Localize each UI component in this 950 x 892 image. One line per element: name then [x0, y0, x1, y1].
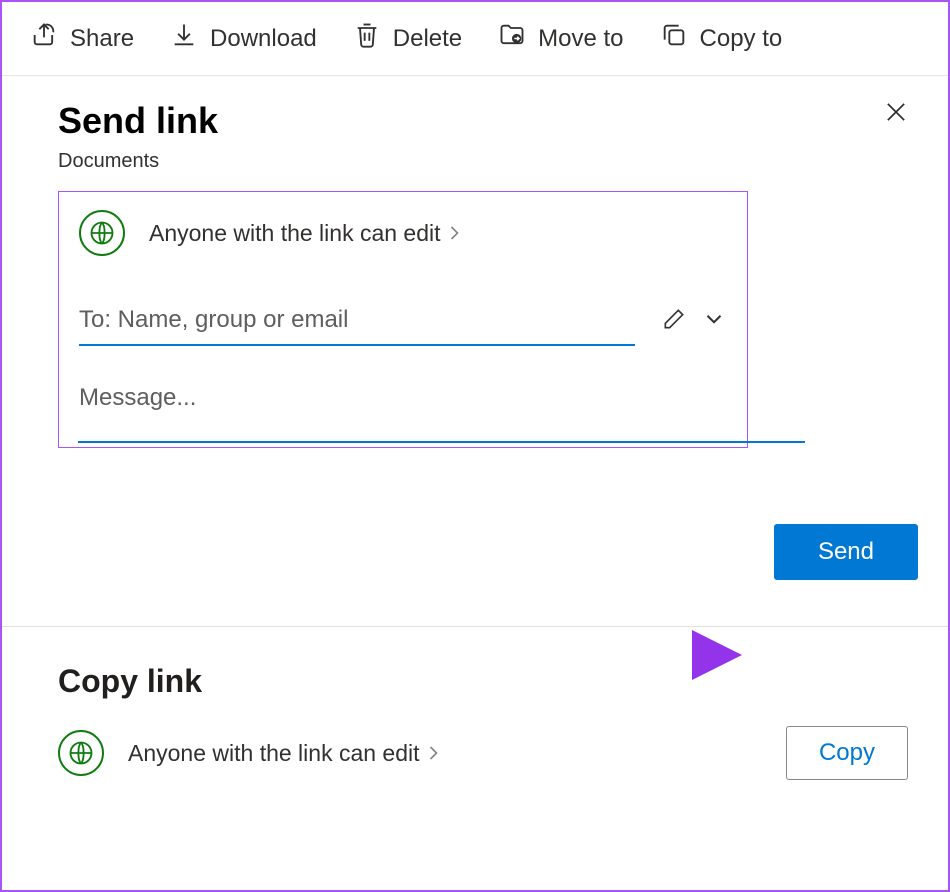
message-input[interactable] — [79, 374, 727, 422]
permission-selector[interactable]: Anyone with the link can edit — [79, 210, 727, 256]
permission-label: Anyone with the link can edit — [149, 220, 441, 247]
toolbar: Share Download Delete Move to Copy to — [2, 2, 948, 76]
permission-text-row: Anyone with the link can edit — [149, 220, 460, 247]
input-underline — [78, 441, 805, 443]
move-to-button[interactable]: Move to — [498, 21, 623, 56]
globe-icon — [58, 730, 104, 776]
share-icon — [30, 21, 58, 56]
trash-icon — [353, 21, 381, 56]
download-label: Download — [210, 25, 317, 53]
copy-permission-selector[interactable]: Anyone with the link can edit — [58, 730, 439, 776]
copy-to-label: Copy to — [700, 25, 783, 53]
globe-icon — [79, 210, 125, 256]
close-button[interactable] — [882, 98, 910, 131]
download-button[interactable]: Download — [170, 21, 317, 56]
dialog-title: Send link — [58, 100, 908, 142]
recipient-input[interactable] — [79, 296, 635, 346]
share-label: Share — [70, 25, 134, 53]
copy-to-icon — [660, 21, 688, 56]
chevron-right-icon — [428, 740, 439, 767]
copy-link-section: Copy link Anyone with the link can edit … — [58, 627, 908, 780]
chevron-down-icon[interactable] — [701, 306, 727, 337]
share-button[interactable]: Share — [30, 21, 134, 56]
send-link-dialog: Send link Documents Anyone with the link… — [2, 76, 948, 780]
chevron-right-icon — [449, 220, 460, 247]
download-icon — [170, 21, 198, 56]
copy-link-title: Copy link — [58, 663, 908, 700]
dialog-subtitle: Documents — [58, 150, 908, 173]
form-highlight-box: Anyone with the link can edit — [58, 191, 748, 448]
copy-permission-label: Anyone with the link can edit — [128, 740, 420, 767]
recipient-row — [79, 296, 727, 346]
delete-label: Delete — [393, 25, 462, 53]
copy-button[interactable]: Copy — [786, 726, 908, 780]
send-button[interactable]: Send — [774, 524, 918, 580]
copy-permission-text-row: Anyone with the link can edit — [128, 740, 439, 767]
move-to-label: Move to — [538, 25, 623, 53]
delete-button[interactable]: Delete — [353, 21, 462, 56]
pencil-icon[interactable] — [661, 306, 687, 337]
copy-to-button[interactable]: Copy to — [660, 21, 783, 56]
move-to-icon — [498, 21, 526, 56]
close-icon — [882, 113, 910, 130]
